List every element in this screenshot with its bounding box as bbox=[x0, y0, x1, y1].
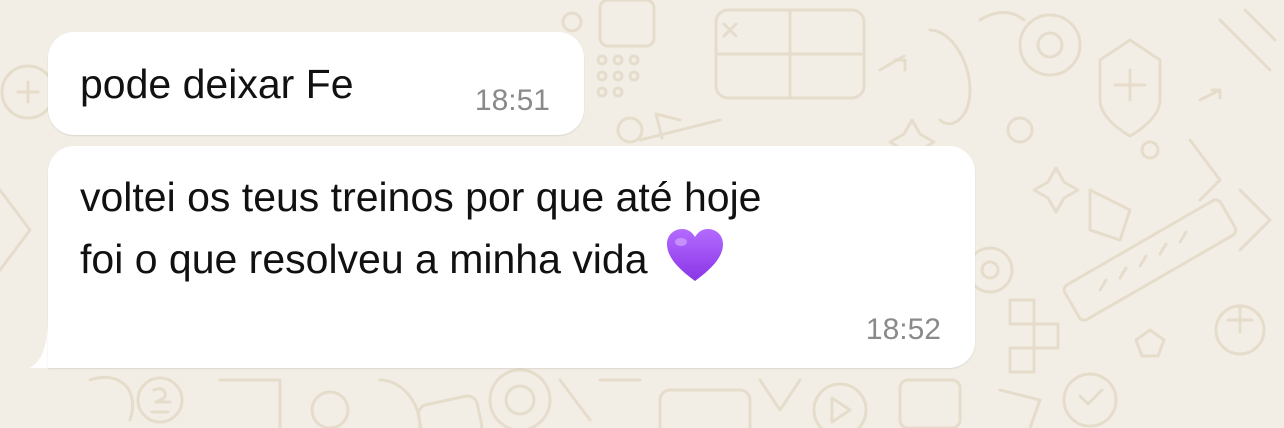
message-line: foi o que resolveu a minha vida bbox=[80, 236, 648, 282]
purple-heart-icon bbox=[666, 229, 723, 281]
message-line-with-emoji: foi o que resolveu a minha vida bbox=[80, 228, 762, 290]
message-bubble[interactable]: pode deixar Fe 18:51 bbox=[48, 32, 584, 135]
message-line: pode deixar Fe bbox=[80, 61, 354, 107]
message-text: voltei os teus treinos por que até hoje … bbox=[80, 166, 762, 290]
message-bubble[interactable]: voltei os teus treinos por que até hoje … bbox=[48, 146, 975, 368]
message-text: pode deixar Fe bbox=[80, 53, 354, 115]
message-timestamp: 18:52 bbox=[865, 313, 941, 346]
message-timestamp: 18:51 bbox=[474, 84, 550, 117]
message-line: voltei os teus treinos por que até hoje bbox=[80, 174, 762, 220]
